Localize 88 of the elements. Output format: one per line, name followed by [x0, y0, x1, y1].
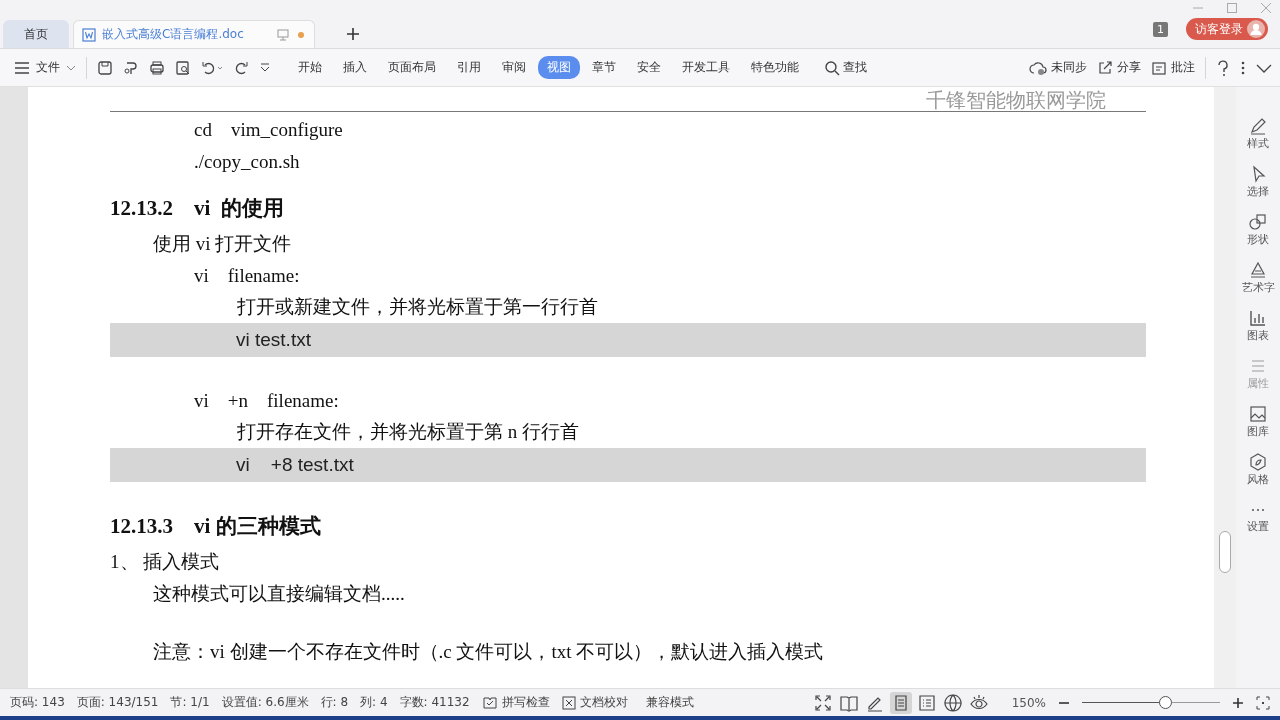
menu-icon [14, 60, 30, 75]
share-button[interactable]: 分享 [1097, 59, 1141, 76]
command-text: cd vim_configure [194, 119, 343, 140]
file-menu[interactable]: 文件 [14, 59, 76, 76]
ribbon-tab[interactable]: 章节 [583, 56, 625, 79]
zoom-slider-thumb[interactable] [1158, 696, 1172, 709]
proofread-icon [561, 695, 576, 710]
ribbon-tab[interactable]: 安全 [628, 56, 670, 79]
status-text: 字数: 41132 [399, 694, 470, 711]
ribbon-tab[interactable]: 引用 [448, 56, 490, 79]
code-text: vi test.txt [236, 329, 311, 350]
sidebar-item[interactable]: 形状 [1247, 213, 1269, 247]
ribbon-tab[interactable]: 页面布局 [379, 56, 445, 79]
print-preview-icon[interactable] [175, 59, 191, 76]
login-button[interactable]: 访客登录 [1186, 18, 1268, 40]
shape-icon [1248, 213, 1268, 231]
style-icon [1248, 453, 1268, 471]
doc-proof-button[interactable]: 文档校对 [561, 694, 628, 711]
status-text: 页面: 143/151 [76, 694, 159, 711]
list-item: 1、 插入模式 [110, 551, 220, 572]
pen-icon [1248, 117, 1268, 135]
more-caret-icon[interactable] [259, 61, 271, 74]
sidebar-item[interactable]: 图库 [1247, 405, 1269, 439]
command-text: vi filename: [194, 265, 300, 286]
chart-icon [1248, 309, 1268, 327]
scrollbar-thumb[interactable] [1219, 531, 1231, 573]
status-text: 页码: 143 [10, 694, 65, 711]
ribbon-tab[interactable]: 开发工具 [673, 56, 739, 79]
cloud-icon [1029, 59, 1047, 76]
print-icon[interactable] [149, 59, 165, 76]
code-text: vi +8 test.txt [236, 454, 354, 475]
art-icon [1248, 261, 1268, 279]
caret-icon [66, 63, 76, 72]
undo-icon[interactable] [201, 59, 223, 76]
zoom-in-icon[interactable] [1232, 696, 1244, 709]
book-check-icon [481, 695, 498, 710]
status-text: 节: 1/1 [170, 694, 210, 711]
paragraph-text: 使用 vi 打开文件 [153, 233, 292, 254]
section-heading: 12.13.3 vi 的三种模式 [110, 514, 321, 538]
find-button[interactable]: 查找 [824, 59, 867, 76]
comment-button[interactable]: 批注 [1151, 59, 1195, 76]
sync-button[interactable]: 未同步 [1029, 59, 1087, 76]
page-header-text: 千锋智能物联网学院 [926, 89, 1107, 111]
sidebar-item[interactable]: 选择 [1247, 165, 1269, 199]
home-tab[interactable]: 首页 [3, 20, 69, 48]
status-text: 列: 4 [360, 694, 388, 711]
page-view-button[interactable] [889, 691, 912, 714]
description-text: 打开存在文件，并将光标置于第 n 行行首 [237, 421, 579, 442]
ribbon-tab[interactable]: 开始 [289, 56, 331, 79]
web-view-button[interactable] [941, 691, 964, 714]
image-icon [1248, 405, 1268, 423]
format-painter-icon[interactable] [123, 59, 139, 76]
new-tab-icon[interactable] [345, 26, 361, 42]
description-text: 打开或新建文件，并将光标置于第一行行首 [237, 296, 598, 317]
ribbon-tab[interactable]: 特色功能 [742, 56, 808, 79]
status-text: 行: 8 [320, 694, 349, 711]
more-icon[interactable] [1240, 59, 1246, 76]
document-tab[interactable]: 嵌入式高级C语言编程.doc [73, 20, 315, 48]
avatar-icon [1247, 20, 1265, 38]
save-icon[interactable] [97, 59, 113, 76]
share-icon [1097, 59, 1113, 76]
sidebar-item[interactable]: 艺术字 [1241, 261, 1275, 295]
compat-mode-text: 兼容模式 [645, 694, 694, 711]
paragraph-text: 这种模式可以直接编辑文档..... [153, 583, 405, 604]
document-icon [82, 27, 96, 42]
status-text: 设置值: 6.6厘米 [221, 694, 309, 711]
zoom-level-dropdown[interactable]: 150% [1011, 695, 1046, 710]
ribbon-tab[interactable]: 插入 [334, 56, 376, 79]
help-icon[interactable] [1216, 58, 1230, 77]
command-text: vi +n filename: [194, 390, 339, 411]
redo-icon[interactable] [233, 59, 249, 76]
spell-check-button[interactable]: 拼写检查 [481, 694, 550, 711]
sidebar-item[interactable]: 设置 [1247, 501, 1269, 534]
dots-icon [1251, 508, 1265, 512]
sidebar-item[interactable]: 图表 [1247, 309, 1269, 343]
comment-icon [1151, 59, 1167, 76]
ribbon-tab[interactable]: 审阅 [493, 56, 535, 79]
command-text: ./copy_con.sh [194, 151, 300, 172]
unsaved-dot-icon [296, 29, 306, 40]
tab-title: 嵌入式高级C语言编程.doc [102, 26, 244, 43]
sidebar-item[interactable]: 样式 [1247, 117, 1269, 151]
search-icon [824, 59, 840, 76]
fit-window-icon[interactable] [1256, 695, 1270, 710]
page-count-badge[interactable]: 1 [1153, 21, 1168, 37]
collapse-icon[interactable] [1256, 62, 1272, 73]
note-text: 注意：vi 创建一个不存在文件时（.c 文件可以，txt 不可以），默认进入插入模式 [153, 641, 824, 662]
section-heading: 12.13.2 vi 的使用 [110, 196, 284, 220]
sidebar-item[interactable]: 风格 [1247, 453, 1269, 487]
